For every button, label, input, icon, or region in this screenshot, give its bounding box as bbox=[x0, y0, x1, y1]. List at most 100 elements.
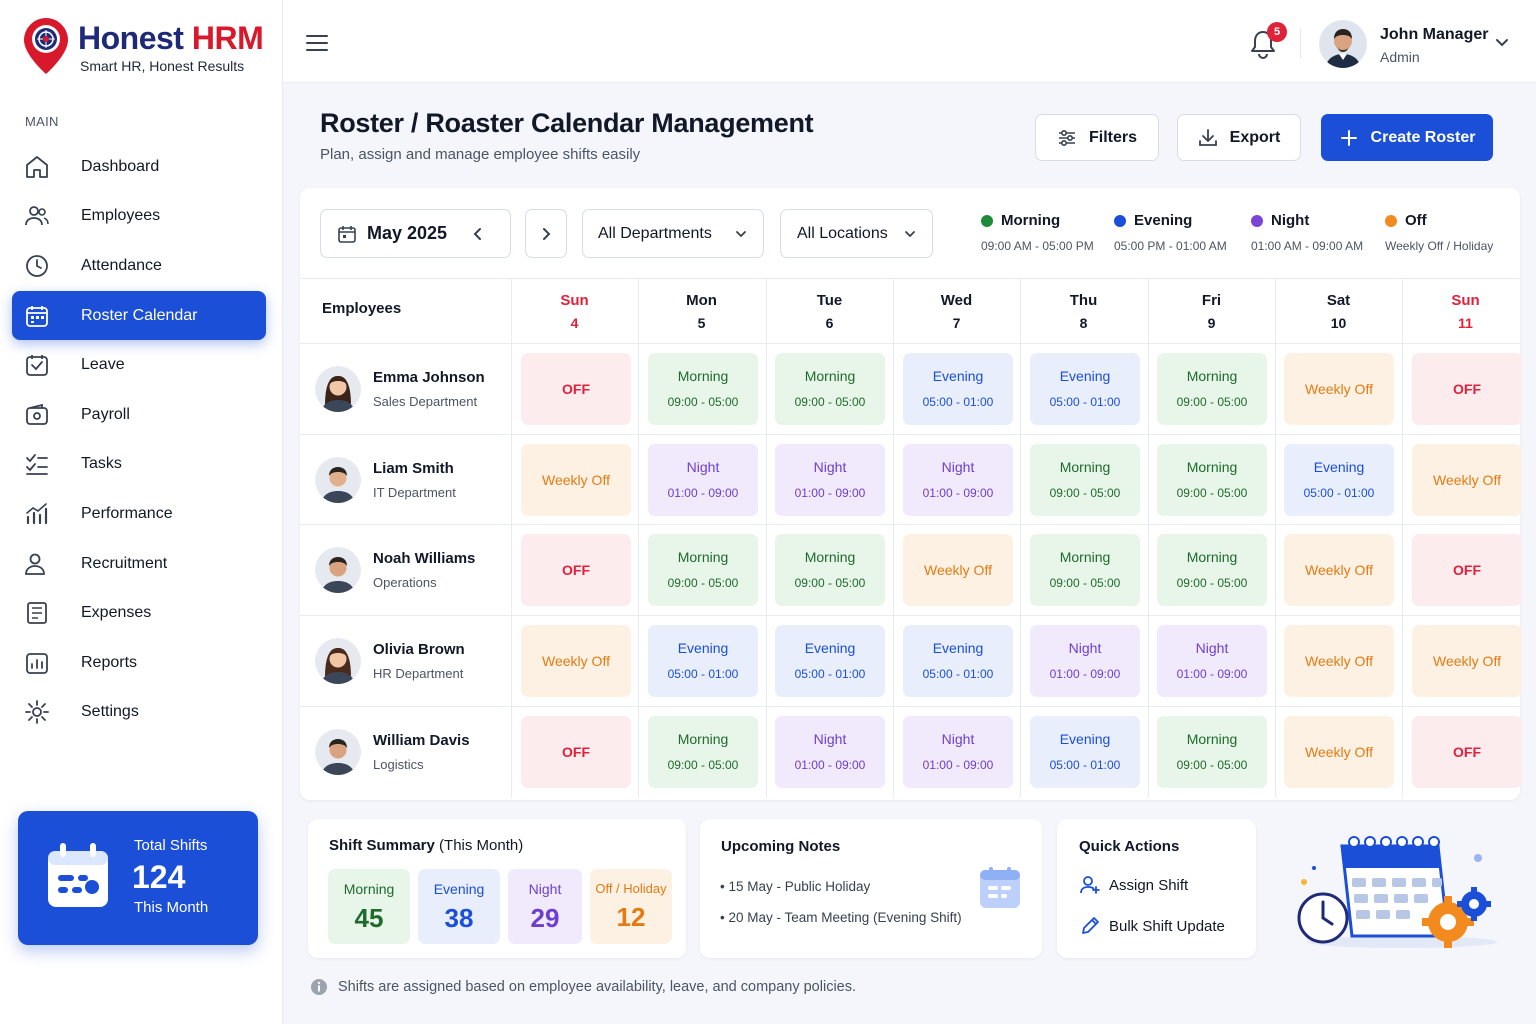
next-month-button[interactable] bbox=[525, 209, 567, 258]
employee-avatar bbox=[315, 365, 361, 412]
legend-dot bbox=[1385, 214, 1397, 227]
sidebar-item-attendance[interactable]: Attendance bbox=[12, 241, 266, 291]
location-select[interactable]: All Locations bbox=[780, 209, 933, 258]
shift-cell-off[interactable]: OFF bbox=[521, 533, 631, 606]
day-name: Sun bbox=[560, 292, 589, 309]
sidebar-item-performance[interactable]: Performance bbox=[12, 489, 266, 539]
user-name[interactable]: John Manager bbox=[1380, 26, 1488, 44]
shift-label: Morning bbox=[677, 731, 729, 747]
shift-cell-weekly[interactable]: Weekly Off bbox=[1284, 624, 1394, 697]
bulk-shift-update-action[interactable]: Bulk Shift Update bbox=[1079, 915, 1225, 937]
shift-cell-evening[interactable]: Evening 05:00 - 01:00 bbox=[648, 624, 758, 697]
sidebar-item-roster-calendar[interactable]: Roster Calendar bbox=[12, 290, 266, 341]
chevron-down-icon[interactable] bbox=[1495, 38, 1509, 48]
shift-label: Morning bbox=[1059, 549, 1111, 565]
shift-cell-morning[interactable]: Morning 09:00 - 05:00 bbox=[1030, 443, 1140, 516]
shift-time: 05:00 - 01:00 bbox=[1303, 486, 1375, 500]
shift-cell-night[interactable]: Night 01:00 - 09:00 bbox=[903, 443, 1013, 516]
shift-cell-morning[interactable]: Morning 09:00 - 05:00 bbox=[1157, 443, 1267, 516]
shift-cell-morning[interactable]: Morning 09:00 - 05:00 bbox=[775, 352, 885, 425]
hamburger-menu-icon[interactable] bbox=[305, 32, 329, 54]
chevron-left-icon[interactable] bbox=[473, 227, 483, 241]
shift-cell-night[interactable]: Night 01:00 - 09:00 bbox=[775, 443, 885, 516]
shift-cell-weekly[interactable]: Weekly Off bbox=[1412, 624, 1522, 697]
employee-info[interactable]: Liam Smith IT Department bbox=[315, 450, 456, 510]
shift-cell-night[interactable]: Night 01:00 - 09:00 bbox=[648, 443, 758, 516]
shift-cell-night[interactable]: Night 01:00 - 09:00 bbox=[775, 715, 885, 788]
shift-cell-morning[interactable]: Morning 09:00 - 05:00 bbox=[648, 533, 758, 606]
shift-cell-weekly[interactable]: Weekly Off bbox=[1284, 533, 1394, 606]
shift-cell-weekly[interactable]: Weekly Off bbox=[1284, 715, 1394, 788]
shift-cell-night[interactable]: Night 01:00 - 09:00 bbox=[1030, 624, 1140, 697]
shift-cell-evening[interactable]: Evening 05:00 - 01:00 bbox=[903, 352, 1013, 425]
sidebar-item-expenses[interactable]: Expenses bbox=[12, 588, 266, 638]
gear-icon bbox=[25, 700, 49, 725]
shift-cell-off[interactable]: OFF bbox=[521, 352, 631, 425]
brand-logo[interactable]: Honest HRM Smart HR, Honest Results bbox=[22, 16, 264, 76]
shift-cell-evening[interactable]: Evening 05:00 - 01:00 bbox=[1030, 352, 1140, 425]
employee-name: Emma Johnson bbox=[373, 368, 485, 386]
employee-info[interactable]: William Davis Logistics bbox=[315, 722, 470, 782]
shift-cell-weekly[interactable]: Weekly Off bbox=[1284, 352, 1394, 425]
sidebar-item-reports[interactable]: Reports bbox=[12, 638, 266, 688]
sidebar-item-label: Dashboard bbox=[81, 157, 160, 175]
sidebar-item-dashboard[interactable]: Dashboard bbox=[12, 142, 266, 192]
employee-info[interactable]: Olivia Brown HR Department bbox=[315, 631, 465, 691]
shift-cell-morning[interactable]: Morning 09:00 - 05:00 bbox=[648, 352, 758, 425]
shift-cell-evening[interactable]: Evening 05:00 - 01:00 bbox=[1030, 715, 1140, 788]
grid-line bbox=[893, 278, 894, 798]
export-button[interactable]: Export bbox=[1177, 114, 1301, 161]
shift-cell-evening[interactable]: Evening 05:00 - 01:00 bbox=[775, 624, 885, 697]
shift-cell-morning[interactable]: Morning 09:00 - 05:00 bbox=[648, 715, 758, 788]
create-roster-button[interactable]: Create Roster bbox=[1321, 114, 1493, 161]
sidebar-item-payroll[interactable]: Payroll bbox=[12, 390, 266, 440]
employee-name: William Davis bbox=[373, 731, 470, 749]
employee-avatar bbox=[315, 546, 361, 593]
shift-cell-off[interactable]: OFF bbox=[1412, 352, 1522, 425]
plus-icon bbox=[1340, 129, 1357, 146]
filters-button[interactable]: Filters bbox=[1035, 114, 1159, 161]
shift-label: Morning bbox=[804, 549, 856, 565]
shift-cell-morning[interactable]: Morning 09:00 - 05:00 bbox=[775, 533, 885, 606]
assign-shift-action[interactable]: Assign Shift bbox=[1079, 874, 1188, 896]
sidebar: Honest HRM Smart HR, Honest Results MAIN… bbox=[0, 0, 283, 1024]
total-shifts-value: 124 bbox=[132, 859, 186, 895]
shift-cell-weekly[interactable]: Weekly Off bbox=[521, 624, 631, 697]
sidebar-item-recruitment[interactable]: Recruitment bbox=[12, 539, 266, 589]
shift-cell-evening[interactable]: Evening 05:00 - 01:00 bbox=[1284, 443, 1394, 516]
sidebar-item-employees[interactable]: Employees bbox=[12, 192, 266, 242]
report-icon bbox=[26, 652, 48, 674]
month-selector[interactable]: May 2025 bbox=[320, 209, 511, 258]
sidebar-item-leave[interactable]: Leave bbox=[12, 340, 266, 390]
employee-name: Liam Smith bbox=[373, 459, 454, 477]
sidebar-item-label: Payroll bbox=[81, 405, 130, 423]
shift-cell-weekly[interactable]: Weekly Off bbox=[1412, 443, 1522, 516]
shift-cell-weekly[interactable]: Weekly Off bbox=[903, 533, 1013, 606]
employee-info[interactable]: Emma Johnson Sales Department bbox=[315, 359, 485, 419]
sidebar-item-label: Roster Calendar bbox=[81, 306, 198, 324]
shift-cell-off[interactable]: OFF bbox=[1412, 715, 1522, 788]
department-select[interactable]: All Departments bbox=[582, 209, 764, 258]
total-shifts-label: Total Shifts bbox=[134, 837, 208, 854]
shift-cell-evening[interactable]: Evening 05:00 - 01:00 bbox=[903, 624, 1013, 697]
shift-cell-morning[interactable]: Morning 09:00 - 05:00 bbox=[1157, 533, 1267, 606]
sidebar-item-settings[interactable]: Settings bbox=[12, 688, 266, 738]
user-avatar[interactable] bbox=[1319, 20, 1367, 68]
employee-department: IT Department bbox=[373, 484, 456, 500]
shift-label: Evening bbox=[677, 640, 729, 656]
shift-label: Evening bbox=[932, 640, 984, 656]
shift-cell-morning[interactable]: Morning 09:00 - 05:00 bbox=[1030, 533, 1140, 606]
shift-cell-off[interactable]: OFF bbox=[1412, 533, 1522, 606]
shift-cell-morning[interactable]: Morning 09:00 - 05:00 bbox=[1157, 715, 1267, 788]
legend-dot bbox=[1251, 214, 1263, 227]
shift-cell-night[interactable]: Night 01:00 - 09:00 bbox=[1157, 624, 1267, 697]
shift-cell-weekly[interactable]: Weekly Off bbox=[521, 443, 631, 516]
sidebar-item-tasks[interactable]: Tasks bbox=[12, 440, 266, 490]
logo-pin-icon bbox=[24, 18, 68, 74]
employee-info[interactable]: Noah Williams Operations bbox=[315, 540, 475, 600]
day-column-header: Thu 8 bbox=[1020, 292, 1147, 331]
shift-cell-night[interactable]: Night 01:00 - 09:00 bbox=[903, 715, 1013, 788]
shift-cell-morning[interactable]: Morning 09:00 - 05:00 bbox=[1157, 352, 1267, 425]
footnote-text: Shifts are assigned based on employee av… bbox=[338, 979, 857, 995]
shift-cell-off[interactable]: OFF bbox=[521, 715, 631, 788]
